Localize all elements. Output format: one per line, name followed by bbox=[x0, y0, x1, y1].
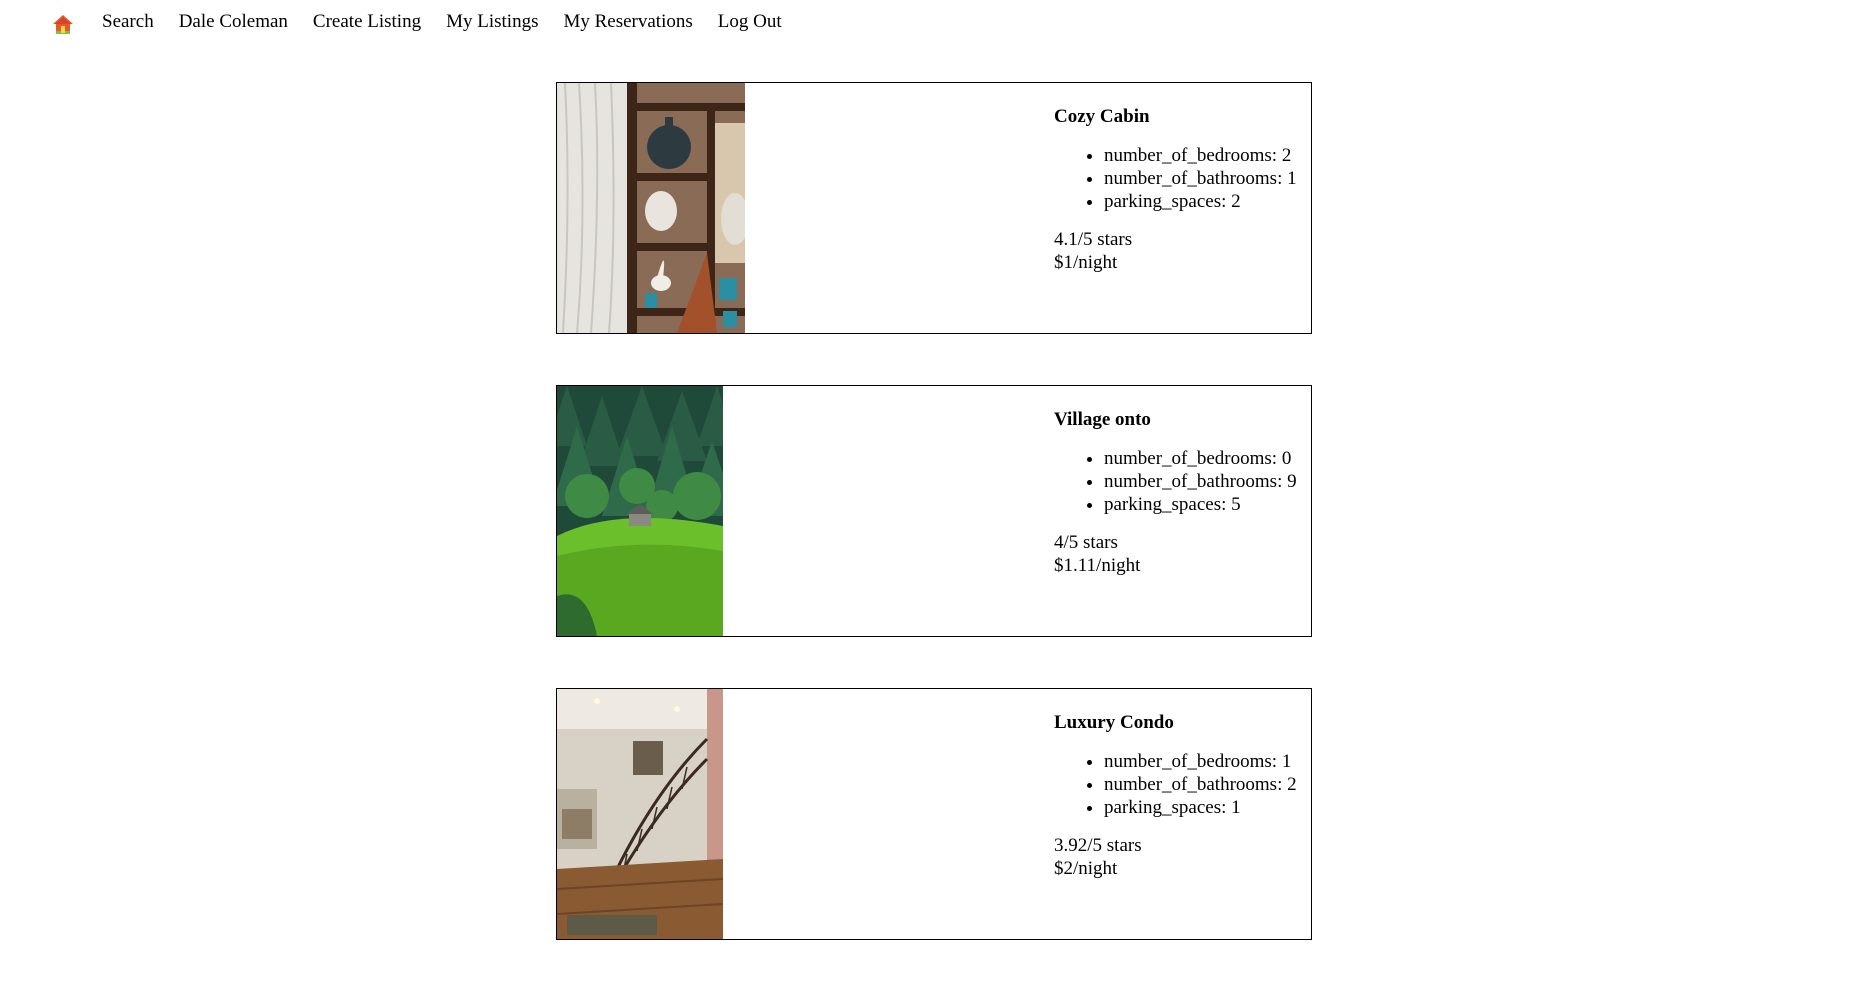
listing-rating: 4.1/5 stars bbox=[1054, 229, 1133, 250]
nav-my-reservations-link[interactable]: My Reservations bbox=[563, 10, 692, 34]
listing-card[interactable]: Cozy Cabin number_of_bedrooms: 2 number_… bbox=[556, 82, 1312, 334]
nav-create-listing-link[interactable]: Create Listing bbox=[313, 10, 421, 34]
listing-price: $2/night bbox=[1054, 858, 1118, 879]
nav-my-listings-link[interactable]: My Listings bbox=[446, 10, 538, 34]
listing-features: number_of_bedrooms: 2 number_of_bathroom… bbox=[1054, 144, 1311, 213]
home-icon-graphic bbox=[53, 15, 73, 34]
listing-image bbox=[557, 83, 745, 333]
listing-card[interactable]: Luxury Condo number_of_bedrooms: 1 numbe… bbox=[556, 688, 1312, 940]
feature-item: parking_spaces: 2 bbox=[1104, 190, 1311, 213]
feature-item: number_of_bathrooms: 9 bbox=[1104, 470, 1311, 493]
feature-item: number_of_bathrooms: 1 bbox=[1104, 167, 1311, 190]
listing-rating: 4/5 stars bbox=[1054, 532, 1118, 553]
listing-price: $1/night bbox=[1054, 252, 1118, 273]
listing-features: number_of_bedrooms: 0 number_of_bathroom… bbox=[1054, 447, 1311, 516]
listing-features: number_of_bedrooms: 1 number_of_bathroom… bbox=[1054, 750, 1311, 819]
nav-logout-link[interactable]: Log Out bbox=[718, 10, 782, 34]
listing-info: Cozy Cabin number_of_bedrooms: 2 number_… bbox=[1054, 105, 1311, 274]
staircase-interior-photo bbox=[557, 689, 723, 939]
listing-rating: 3.92/5 stars bbox=[1054, 835, 1142, 856]
feature-item: number_of_bedrooms: 0 bbox=[1104, 447, 1311, 470]
nav-search-link[interactable]: Search bbox=[102, 10, 154, 34]
forest-hillside-photo bbox=[557, 386, 723, 636]
top-navigation: Search Dale Coleman Create Listing My Li… bbox=[0, 0, 1874, 44]
listing-image bbox=[557, 386, 723, 636]
listing-title: Cozy Cabin bbox=[1054, 106, 1150, 127]
listing-card[interactable]: Village onto number_of_bedrooms: 0 numbe… bbox=[556, 385, 1312, 637]
feature-item: number_of_bathrooms: 2 bbox=[1104, 773, 1311, 796]
home-icon[interactable] bbox=[52, 13, 74, 35]
listing-price: $1.11/night bbox=[1054, 555, 1141, 576]
feature-item: number_of_bedrooms: 2 bbox=[1104, 144, 1311, 167]
listing-info: Luxury Condo number_of_bedrooms: 1 numbe… bbox=[1054, 711, 1311, 880]
listing-info: Village onto number_of_bedrooms: 0 numbe… bbox=[1054, 408, 1311, 577]
feature-item: number_of_bedrooms: 1 bbox=[1104, 750, 1311, 773]
nav-links: Search Dale Coleman Create Listing My Li… bbox=[102, 10, 807, 34]
feature-item: parking_spaces: 1 bbox=[1104, 796, 1311, 819]
listing-image bbox=[557, 689, 723, 939]
interior-shelves-photo bbox=[557, 83, 745, 333]
listing-title: Luxury Condo bbox=[1054, 712, 1174, 733]
listing-title: Village onto bbox=[1054, 409, 1151, 430]
listings-list: Cozy Cabin number_of_bedrooms: 2 number_… bbox=[556, 82, 1312, 991]
nav-user-link[interactable]: Dale Coleman bbox=[179, 10, 288, 34]
feature-item: parking_spaces: 5 bbox=[1104, 493, 1311, 516]
